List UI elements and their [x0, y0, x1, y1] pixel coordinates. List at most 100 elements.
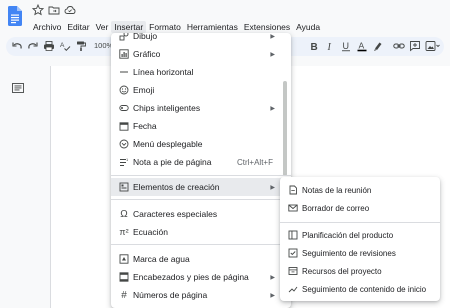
pi-icon: π² — [119, 227, 129, 237]
menu-ayuda[interactable]: Ayuda — [293, 21, 323, 33]
submenu-item-product-roadmap[interactable]: Planificación del producto — [280, 226, 440, 244]
document-outline-icon[interactable] — [12, 83, 24, 93]
text-color-icon[interactable]: A — [356, 40, 368, 52]
menu-item-label: Fecha — [133, 121, 157, 131]
print-icon[interactable] — [43, 40, 55, 52]
svg-text:A: A — [60, 42, 65, 49]
image-icon[interactable] — [425, 40, 441, 52]
footnote-icon: 1 — [119, 157, 129, 167]
menu-item-label: Caracteres especiales — [133, 209, 218, 219]
menu-item-drawing[interactable]: Dibujo ▶ — [111, 33, 291, 45]
menu-item-date[interactable]: Fecha — [111, 117, 291, 135]
submenu-item-label: Planificación del producto — [302, 230, 394, 240]
menu-item-label: Marca de agua — [133, 254, 190, 264]
menu-item-label: Gráfico — [133, 49, 161, 59]
menu-insertar[interactable]: Insertar — [111, 20, 147, 33]
content-launch-icon — [288, 284, 298, 294]
bold-icon[interactable]: B — [308, 40, 320, 52]
menu-formato[interactable]: Formato — [146, 21, 184, 33]
submenu-arrow-icon: ▶ — [270, 184, 275, 191]
title-icons — [32, 3, 76, 17]
menu-item-smart-chips[interactable]: Chips inteligentes ▶ — [111, 99, 291, 117]
menu-item-dropdown[interactable]: Menú desplegable — [111, 135, 291, 153]
submenu-item-label: Borrador de correo — [302, 203, 370, 213]
meeting-notes-icon — [288, 185, 298, 195]
link-icon[interactable] — [393, 40, 405, 52]
horizontal-line-icon — [119, 67, 129, 77]
building-blocks-submenu: Notas de la reunión Borrador de correo P… — [280, 177, 440, 301]
menu-item-label: Chips inteligentes — [133, 103, 201, 113]
menu-item-label: Nota a pie de página — [133, 157, 212, 167]
submenu-item-label: Seguimiento de revisiones — [302, 248, 396, 258]
move-folder-icon[interactable] — [48, 4, 60, 16]
cloud-status-icon[interactable] — [64, 4, 76, 16]
italic-icon[interactable]: I — [324, 40, 336, 52]
svg-text:1: 1 — [126, 157, 129, 162]
svg-text:U: U — [343, 41, 350, 51]
svg-text:I: I — [327, 42, 332, 52]
submenu-arrow-icon: ▶ — [270, 33, 275, 40]
menu-item-label: Encabezados y pies de página — [133, 272, 249, 282]
submenu-item-project-assets[interactable]: Recursos del proyecto — [280, 262, 440, 280]
keyboard-shortcut: Ctrl+Alt+F — [236, 157, 273, 167]
menu-item-chart[interactable]: Gráfico ▶ — [111, 45, 291, 63]
app-bar: Archivo Editar Ver Insertar Formato Herr… — [0, 0, 450, 34]
menu-bar: Archivo Editar Ver Insertar Formato Herr… — [30, 19, 323, 34]
menu-item-label: Elementos de creación — [133, 182, 220, 192]
product-roadmap-icon — [288, 230, 298, 240]
menu-divider — [111, 175, 291, 176]
submenu-arrow-icon: ▶ — [270, 274, 275, 281]
submenu-item-review-tracker[interactable]: Seguimiento de revisiones — [280, 244, 440, 262]
menu-item-label: Emoji — [133, 85, 155, 95]
header-footer-icon — [119, 272, 129, 282]
project-assets-icon — [288, 266, 298, 276]
menu-item-label: Línea horizontal — [133, 67, 194, 77]
svg-text:B: B — [311, 42, 318, 52]
menu-herramientas[interactable]: Herramientas — [184, 21, 241, 33]
menu-item-label: Dibujo — [133, 33, 158, 41]
underline-icon[interactable]: U — [340, 40, 352, 52]
insert-menu: Dibujo ▶ Gráfico ▶ Línea horizontal Emoj… — [111, 33, 291, 308]
submenu-arrow-icon: ▶ — [270, 105, 275, 112]
menu-archivo[interactable]: Archivo — [30, 21, 64, 33]
svg-text:A: A — [359, 41, 365, 51]
review-tracker-icon — [288, 248, 298, 258]
menu-item-label: Menú desplegable — [133, 139, 203, 149]
submenu-item-email-draft[interactable]: Borrador de correo — [280, 199, 440, 217]
submenu-item-label: Seguimiento de contenido de inicio — [302, 284, 427, 294]
omega-icon: Ω — [120, 208, 128, 220]
submenu-item-content-launch[interactable]: Seguimiento de contenido de inicio — [280, 280, 440, 298]
menu-item-special-characters[interactable]: Ω Caracteres especiales — [111, 205, 291, 223]
spellcheck-icon[interactable]: A — [59, 40, 71, 52]
menu-item-label: Números de página — [133, 290, 208, 300]
calendar-icon — [119, 121, 129, 131]
menu-item-equation[interactable]: π² Ecuación — [111, 223, 291, 241]
hash-icon: # — [121, 289, 127, 301]
star-icon[interactable] — [32, 4, 44, 16]
menu-divider — [111, 199, 291, 200]
emoji-icon — [119, 85, 129, 95]
undo-icon[interactable] — [11, 40, 23, 52]
drawing-icon — [119, 33, 129, 41]
menu-extensiones[interactable]: Extensiones — [241, 21, 293, 33]
smart-chips-icon — [119, 103, 129, 113]
highlight-icon[interactable] — [372, 40, 384, 52]
menu-divider — [111, 244, 291, 245]
menu-editar[interactable]: Editar — [64, 21, 92, 33]
redo-icon[interactable] — [27, 40, 39, 52]
submenu-item-meeting-notes[interactable]: Notas de la reunión — [280, 181, 440, 199]
menu-ver[interactable]: Ver — [93, 21, 112, 33]
menu-item-footnote[interactable]: 1 Nota a pie de página Ctrl+Alt+F — [111, 153, 291, 171]
menu-item-headers-footers[interactable]: Encabezados y pies de página ▶ — [111, 268, 291, 286]
menu-item-page-numbers[interactable]: # Números de página ▶ — [111, 286, 291, 304]
paint-format-icon[interactable] — [75, 40, 87, 52]
menu-item-watermark[interactable]: Marca de agua — [111, 250, 291, 268]
menu-item-building-blocks[interactable]: Elementos de creación ▶ — [111, 178, 291, 196]
comment-icon[interactable] — [409, 40, 421, 52]
menu-item-horizontal-line[interactable]: Línea horizontal — [111, 63, 291, 81]
chart-icon — [119, 49, 129, 59]
menu-item-emoji[interactable]: Emoji — [111, 81, 291, 99]
submenu-arrow-icon: ▶ — [270, 51, 275, 58]
docs-logo-icon[interactable] — [8, 6, 22, 26]
submenu-item-label: Recursos del proyecto — [302, 266, 382, 276]
